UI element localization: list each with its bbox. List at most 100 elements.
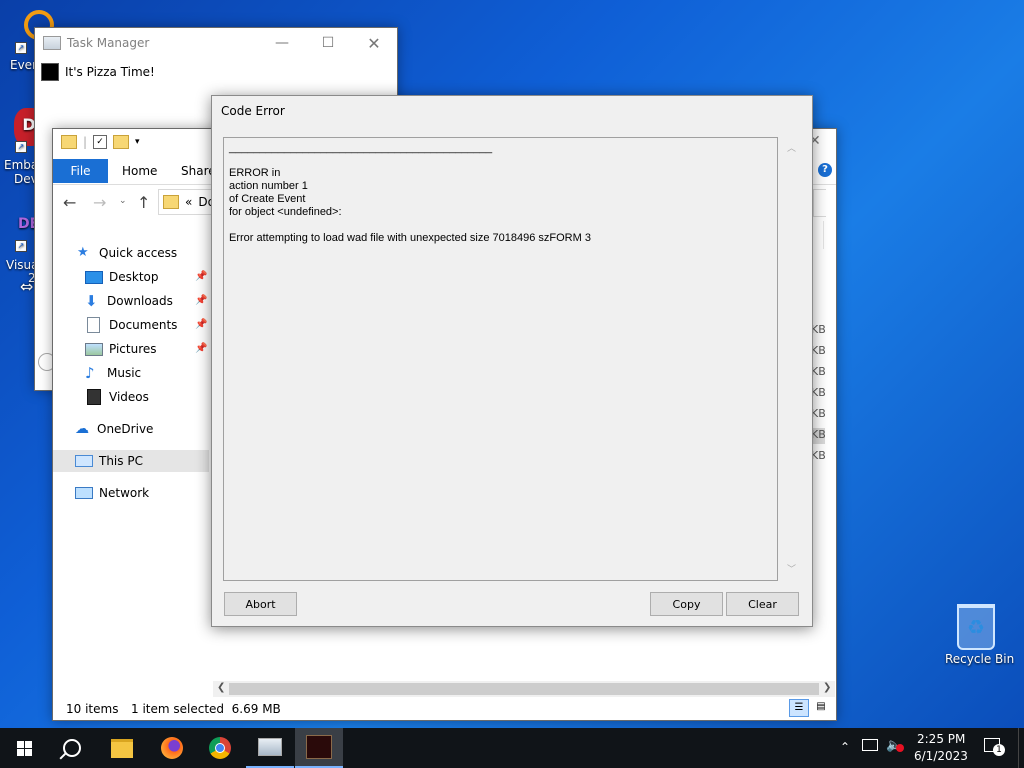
file-size-cell: KB bbox=[811, 365, 826, 378]
abort-button[interactable]: Abort bbox=[224, 592, 297, 616]
search-button[interactable] bbox=[48, 728, 96, 768]
button-label: Copy bbox=[672, 597, 701, 611]
nav-onedrive[interactable]: ☁ OneDrive bbox=[75, 418, 153, 440]
start-button[interactable] bbox=[0, 728, 48, 768]
error-separator: ________________________________________… bbox=[229, 142, 493, 154]
properties-icon[interactable]: ✓ bbox=[93, 135, 108, 149]
error-line: action number 1 bbox=[229, 180, 308, 192]
music-note-icon: ♪ bbox=[85, 364, 95, 382]
task-manager-icon bbox=[258, 738, 282, 756]
pin-icon: 📌 bbox=[195, 343, 208, 354]
error-text-area[interactable]: ________________________________________… bbox=[223, 137, 796, 581]
nav-network[interactable]: Network bbox=[75, 482, 149, 504]
scroll-down-button[interactable]: ﹀ bbox=[787, 562, 796, 575]
folder-icon bbox=[163, 195, 179, 209]
network-icon bbox=[75, 487, 93, 499]
shortcut-arrow-icon: ↗ bbox=[15, 42, 27, 54]
tab-file[interactable]: File bbox=[53, 159, 108, 183]
nav-label: Music bbox=[107, 366, 142, 380]
scroll-track bbox=[823, 221, 830, 249]
clock-time[interactable]: 2:25 PM bbox=[917, 732, 965, 746]
nav-desktop[interactable]: Desktop 📌 bbox=[85, 266, 215, 288]
action-center-button[interactable]: 1 bbox=[984, 738, 1005, 756]
status-item-count: 10 items bbox=[66, 702, 119, 716]
search-icon bbox=[59, 739, 81, 760]
file-size-cell: KB bbox=[811, 407, 826, 420]
horizontal-scrollbar[interactable]: ❮ ❯ bbox=[213, 681, 835, 697]
nav-label: Quick access bbox=[99, 246, 178, 260]
error-line: of Create Event bbox=[229, 193, 306, 205]
pin-icon: 📌 bbox=[195, 295, 208, 306]
taskbar-firefox[interactable] bbox=[148, 728, 196, 768]
customize-dropdown-icon[interactable]: ▾ bbox=[135, 137, 140, 147]
close-button[interactable]: ✕ bbox=[351, 28, 397, 58]
nav-label: Pictures bbox=[109, 342, 157, 356]
recent-locations-button[interactable]: ⌄ bbox=[119, 196, 127, 206]
desktop-icon-recycle-bin[interactable]: ♻ Recycle Bin bbox=[940, 600, 1014, 670]
dialog-title: Code Error bbox=[221, 104, 285, 118]
pizza-tower-icon bbox=[41, 63, 59, 81]
error-line: for object <undefined>: bbox=[229, 206, 342, 218]
up-button[interactable]: ↑ bbox=[137, 193, 150, 212]
show-desktop-button[interactable] bbox=[1018, 728, 1024, 768]
details-view-button[interactable]: ☰ bbox=[789, 699, 809, 717]
taskbar-file-explorer[interactable] bbox=[98, 728, 146, 768]
maximize-button[interactable]: ☐ bbox=[305, 28, 351, 58]
task-manager-icon bbox=[43, 36, 61, 50]
file-size-cell: KB bbox=[811, 323, 826, 336]
help-icon[interactable]: ? bbox=[818, 163, 832, 177]
forward-button[interactable]: → bbox=[93, 193, 106, 212]
show-hidden-icons-button[interactable]: ⌃ bbox=[840, 740, 850, 754]
nav-label: Network bbox=[99, 486, 150, 500]
process-name: It's Pizza Time! bbox=[65, 65, 155, 79]
shortcut-arrow-icon: ↗ bbox=[15, 141, 27, 153]
desktop-icon-label: Ever bbox=[10, 58, 37, 72]
scroll-up-button[interactable]: ︿ bbox=[787, 141, 796, 154]
nav-videos[interactable]: Videos bbox=[85, 386, 149, 408]
volume-muted-icon[interactable]: 🔈 bbox=[886, 738, 904, 753]
taskbar-pizza-tower[interactable] bbox=[295, 728, 343, 768]
process-item[interactable]: It's Pizza Time! bbox=[41, 63, 155, 81]
folder-icon[interactable] bbox=[61, 135, 77, 149]
code-error-dialog[interactable]: Code Error _____________________________… bbox=[211, 95, 813, 627]
large-icons-view-button[interactable]: ▤ bbox=[813, 699, 829, 715]
address-overflow: « bbox=[185, 195, 193, 209]
resize-cursor-icon: ⇔ bbox=[20, 277, 34, 296]
document-icon bbox=[87, 317, 100, 333]
quick-access-toolbar: | ✓ ▾ bbox=[61, 135, 140, 149]
taskbar-task-manager[interactable] bbox=[246, 728, 294, 768]
nav-this-pc[interactable]: This PC bbox=[53, 450, 209, 472]
vertical-scrollbar[interactable]: ︿ ﹀ bbox=[784, 138, 800, 578]
taskbar-chrome[interactable] bbox=[196, 728, 244, 768]
minimize-button[interactable]: — bbox=[259, 28, 305, 58]
nav-quick-access[interactable]: ★ Quick access bbox=[77, 242, 177, 264]
pictures-icon bbox=[85, 342, 103, 356]
nav-label: This PC bbox=[99, 454, 143, 468]
scroll-thumb[interactable] bbox=[229, 683, 819, 695]
scroll-right-button[interactable]: ❯ bbox=[823, 682, 831, 693]
nav-documents[interactable]: Documents 📌 bbox=[85, 314, 215, 336]
window-title: Task Manager bbox=[67, 36, 150, 50]
folder-icon bbox=[111, 738, 133, 758]
copy-button[interactable]: Copy bbox=[650, 592, 723, 616]
nav-downloads[interactable]: ⬇ Downloads 📌 bbox=[85, 290, 215, 312]
file-size-cell: KB bbox=[811, 428, 826, 444]
clear-button[interactable]: Clear bbox=[726, 592, 799, 616]
tab-home[interactable]: Home bbox=[122, 159, 157, 183]
error-line: ERROR in bbox=[229, 167, 281, 179]
shortcut-arrow-icon: ↗ bbox=[15, 240, 27, 252]
nav-music[interactable]: ♪ Music bbox=[85, 362, 141, 384]
button-label: Clear bbox=[748, 597, 777, 611]
search-box[interactable] bbox=[813, 189, 826, 217]
notification-count: 1 bbox=[993, 744, 1005, 756]
back-button[interactable]: ← bbox=[63, 193, 76, 212]
nav-pictures[interactable]: Pictures 📌 bbox=[85, 338, 215, 360]
button-label: Abort bbox=[245, 597, 276, 611]
scroll-left-button[interactable]: ❮ bbox=[217, 682, 225, 693]
new-folder-icon[interactable] bbox=[113, 135, 130, 149]
cloud-icon: ☁ bbox=[75, 421, 89, 437]
network-tray-icon[interactable] bbox=[862, 739, 878, 751]
computer-icon bbox=[75, 455, 93, 467]
clock-date[interactable]: 6/1/2023 bbox=[914, 749, 968, 763]
tab-label: Home bbox=[122, 164, 158, 178]
